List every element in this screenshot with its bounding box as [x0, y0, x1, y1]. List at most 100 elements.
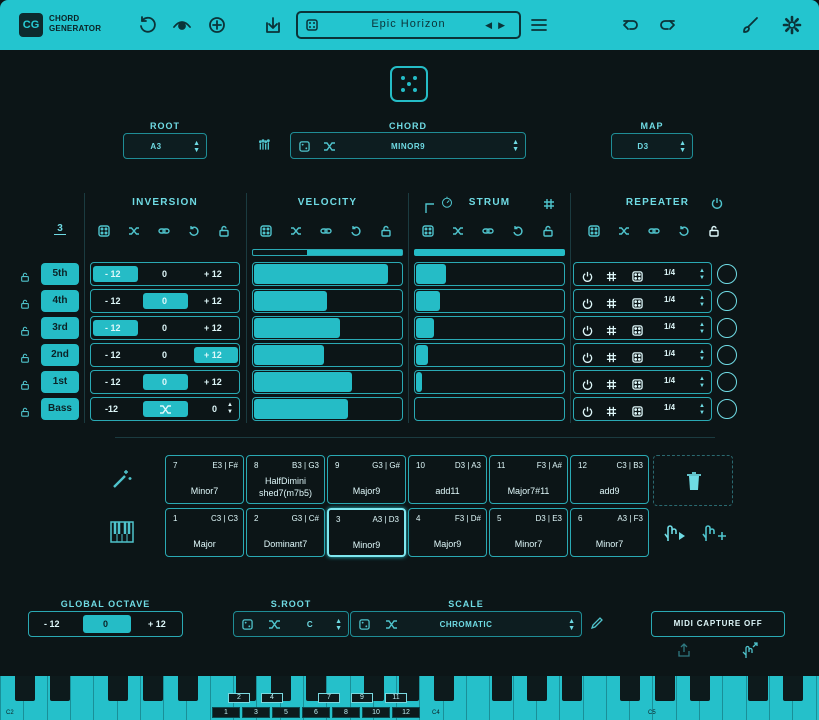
white-key[interactable] — [46, 676, 48, 720]
octave-plus[interactable]: + 12 — [148, 619, 166, 629]
up-down-icon[interactable]: ▲ ▼ — [699, 268, 705, 282]
chord-pad[interactable]: 12 C3 | B3 add9 — [570, 455, 649, 504]
inversion-minus[interactable]: -12 — [105, 404, 118, 414]
inversion-control[interactable]: - 12 0 + 12 — [90, 343, 240, 367]
global-octave-control[interactable]: - 12 0 + 12 — [28, 611, 183, 637]
row-lock-icon[interactable] — [20, 350, 30, 363]
power-icon[interactable] — [582, 377, 593, 390]
dice-icon[interactable] — [632, 296, 643, 309]
row-lock-icon[interactable] — [20, 269, 30, 282]
up-down-icon[interactable]: ▲ ▼ — [699, 322, 705, 336]
inversion-plus[interactable]: + 12 — [204, 269, 222, 279]
black-key[interactable] — [108, 676, 128, 701]
voice-button[interactable]: Bass — [41, 398, 79, 420]
inversion-minus[interactable]: - 12 — [105, 269, 121, 279]
velocity-slider[interactable] — [252, 289, 403, 313]
chord-pad[interactable]: 10 D3 | A3 add11 — [408, 455, 487, 504]
repeater-indicator[interactable] — [717, 318, 737, 338]
dice-icon[interactable] — [632, 377, 643, 390]
inversion-control[interactable]: - 12 0 + 12 — [90, 289, 240, 313]
inversion-minus[interactable]: - 12 — [105, 350, 121, 360]
inversion-zero[interactable]: 0 — [162, 323, 167, 333]
scale-select[interactable]: CHROMATIC ▲ ▼ — [350, 611, 582, 637]
up-down-icon[interactable]: ▲ ▼ — [699, 349, 705, 363]
repeater-control[interactable]: 1/4 ▲ ▼ — [573, 397, 712, 421]
reset-icon[interactable] — [678, 224, 690, 236]
white-key[interactable] — [209, 676, 211, 720]
chord-select[interactable]: MINOR9 ▲ ▼ — [290, 132, 526, 159]
inversion-plus[interactable]: + 12 — [204, 377, 222, 387]
dice-icon[interactable] — [98, 224, 110, 237]
repeater-control[interactable]: 1/4 ▲ ▼ — [573, 316, 712, 340]
row-lock-icon[interactable] — [20, 404, 30, 417]
preset-selector[interactable]: Epic Horizon ◀▶ — [296, 11, 521, 39]
chord-pad[interactable]: 6 A3 | F3 Minor7 — [570, 508, 649, 557]
dice-icon[interactable] — [632, 269, 643, 282]
strum-slider[interactable] — [414, 289, 565, 313]
repeater-control[interactable]: 1/4 ▲ ▼ — [573, 289, 712, 313]
reset-icon[interactable] — [512, 224, 524, 236]
shuffle-icon[interactable] — [290, 224, 302, 236]
octave-minus[interactable]: - 12 — [44, 619, 60, 629]
inversion-minus[interactable]: - 12 — [105, 323, 121, 333]
repeater-control[interactable]: 1/4 ▲ ▼ — [573, 262, 712, 286]
chord-pad[interactable]: 1 C3 | C3 Major — [165, 508, 244, 557]
dice-icon[interactable] — [260, 224, 272, 237]
black-key[interactable] — [50, 676, 70, 701]
velocity-slider[interactable] — [252, 343, 403, 367]
timer-icon[interactable] — [441, 195, 457, 211]
white-key[interactable] — [605, 676, 607, 720]
link-icon[interactable] — [482, 224, 494, 236]
white-key[interactable] — [675, 676, 677, 720]
link-icon[interactable] — [158, 224, 170, 236]
strum-slider[interactable] — [414, 370, 565, 394]
up-down-icon[interactable]: ▲ ▼ — [227, 402, 233, 416]
up-down-icon[interactable]: ▲ ▼ — [699, 295, 705, 309]
black-key[interactable] — [492, 676, 512, 701]
chord-pad[interactable]: 9 G3 | G# Major9 — [327, 455, 406, 504]
reset-icon[interactable] — [350, 224, 362, 236]
strum-slider[interactable] — [414, 343, 565, 367]
dice-icon[interactable] — [632, 404, 643, 417]
brush-icon[interactable] — [739, 14, 761, 36]
voice-button[interactable]: 2nd — [41, 344, 79, 366]
repeater-indicator[interactable] — [717, 372, 737, 392]
inversion-plus[interactable]: + 12 — [204, 350, 222, 360]
repeater-control[interactable]: 1/4 ▲ ▼ — [573, 370, 712, 394]
undo-icon[interactable] — [620, 14, 642, 36]
white-key[interactable] — [489, 676, 491, 720]
link-icon[interactable] — [320, 224, 332, 236]
link-icon[interactable] — [648, 224, 660, 236]
menu-icon[interactable] — [528, 14, 550, 36]
chord-pad[interactable]: 4 F3 | D# Major9 — [408, 508, 487, 557]
shuffle-icon[interactable] — [128, 224, 140, 236]
chord-pad[interactable]: 7 E3 | F# Minor7 — [165, 455, 244, 504]
inversion-control[interactable]: -12 0 ▲ ▼ — [90, 397, 240, 421]
shuffle-icon[interactable] — [159, 404, 172, 415]
pencil-icon[interactable] — [590, 617, 603, 630]
dice-icon[interactable] — [242, 619, 253, 630]
repeater-indicator[interactable] — [717, 399, 737, 419]
power-icon[interactable] — [582, 404, 593, 417]
lock-icon[interactable] — [380, 224, 392, 237]
voice-button[interactable]: 4th — [41, 290, 79, 312]
settings-gear-icon[interactable] — [781, 14, 803, 36]
black-key[interactable] — [178, 676, 198, 701]
inversion-minus[interactable]: - 12 — [105, 377, 121, 387]
black-key[interactable] — [783, 676, 803, 701]
lock-icon[interactable] — [708, 224, 720, 237]
inversion-plus[interactable]: + 12 — [204, 323, 222, 333]
grid-icon[interactable] — [606, 350, 617, 363]
inversion-zero[interactable]: 0 — [162, 350, 167, 360]
redo-icon[interactable] — [656, 14, 678, 36]
repeater-control[interactable]: 1/4 ▲ ▼ — [573, 343, 712, 367]
grid-icon[interactable] — [606, 377, 617, 390]
inversion-zero[interactable]: 0 — [162, 296, 167, 306]
white-key[interactable] — [722, 676, 724, 720]
randomize-all-dice-icon[interactable] — [390, 66, 428, 102]
row-lock-icon[interactable] — [20, 323, 30, 336]
white-key[interactable] — [745, 676, 747, 720]
grid-icon[interactable] — [606, 269, 617, 282]
grid-icon[interactable] — [606, 323, 617, 336]
up-down-icon[interactable]: ▲ ▼ — [699, 403, 705, 417]
